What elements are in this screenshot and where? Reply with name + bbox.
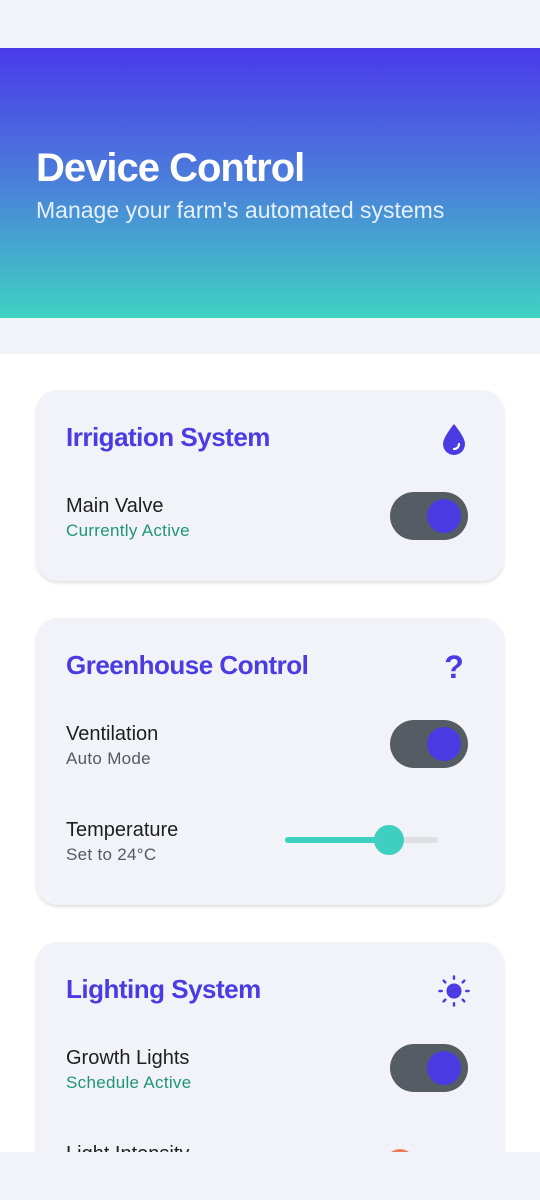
temperature-setting: Set to 24°C <box>66 845 157 864</box>
sun-icon <box>438 974 470 1008</box>
status-bar <box>0 0 540 48</box>
question-mark-icon: ? <box>444 648 464 685</box>
main-valve-status: Currently Active <box>66 521 190 540</box>
lighting-card: Lighting System Growth Lights Schedule A… <box>36 942 504 1152</box>
temperature-label: Temperature <box>66 819 179 841</box>
irrigation-card: Irrigation System Main Valve Currently A… <box>36 390 504 581</box>
main-valve-toggle[interactable] <box>390 492 468 540</box>
page-subtitle: Manage your farm's automated systems <box>36 197 445 223</box>
navigation-bar <box>0 1152 540 1200</box>
growth-lights-label: Growth Lights <box>66 1047 190 1069</box>
toggle-knob <box>427 1051 461 1085</box>
page-title: Device Control <box>36 146 305 190</box>
growth-lights-status: Schedule Active <box>66 1073 192 1092</box>
water-drop-icon <box>438 422 470 456</box>
main-valve-label: Main Valve <box>66 495 164 517</box>
irrigation-title: Irrigation System <box>66 422 270 452</box>
header-divider <box>0 318 540 354</box>
ventilation-toggle[interactable] <box>390 720 468 768</box>
greenhouse-title: Greenhouse Control <box>66 650 309 680</box>
toggle-knob <box>427 499 461 533</box>
page-header: Device Control Manage your farm's automa… <box>0 48 540 318</box>
ventilation-mode: Auto Mode <box>66 749 151 768</box>
light-intensity-slider[interactable] <box>285 1144 438 1152</box>
growth-lights-toggle[interactable] <box>390 1044 468 1092</box>
light-intensity-label: Light Intensity <box>66 1143 189 1152</box>
lighting-title: Lighting System <box>66 974 261 1004</box>
ventilation-label: Ventilation <box>66 723 159 745</box>
device-list: Irrigation System Main Valve Currently A… <box>0 354 540 1152</box>
greenhouse-card: Greenhouse Control ? Ventilation Auto Mo… <box>36 618 504 905</box>
temperature-slider[interactable] <box>285 820 438 860</box>
toggle-knob <box>427 727 461 761</box>
slider-thumb[interactable] <box>374 825 405 855</box>
